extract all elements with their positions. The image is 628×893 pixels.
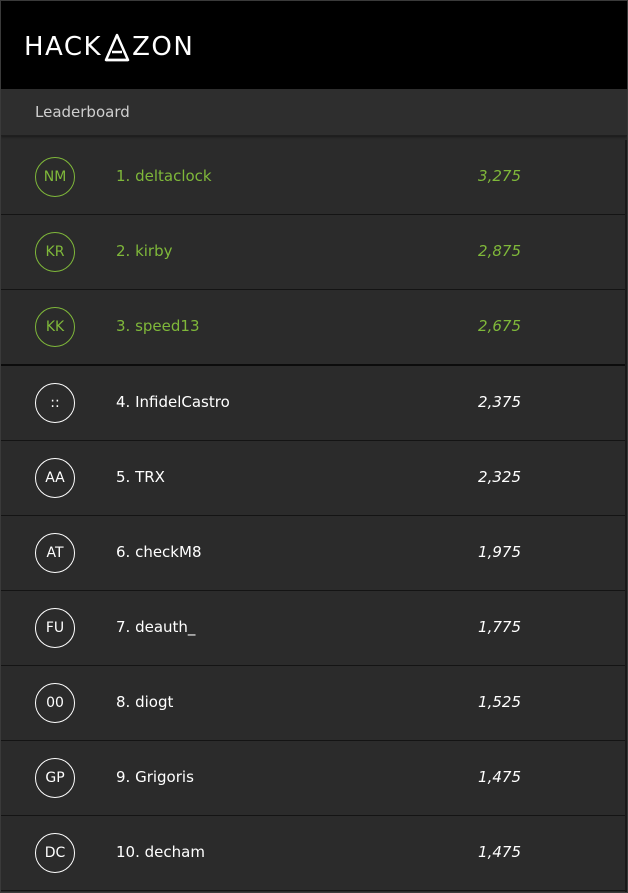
leaderboard-row[interactable]: KR 2. kirby 2,875: [1, 215, 627, 290]
player-name[interactable]: 5. TRX: [116, 468, 165, 486]
player-name[interactable]: 4. InfidelCastro: [116, 393, 230, 411]
player-name[interactable]: 1. deltaclock: [116, 167, 212, 185]
player-name[interactable]: 2. kirby: [116, 242, 173, 260]
player-name[interactable]: 9. Grigoris: [116, 768, 194, 786]
player-avatar: GP: [35, 758, 75, 798]
player-score: 3,275: [478, 167, 521, 185]
logo-text-left: HACK: [24, 32, 103, 62]
logo-text-right: ZON: [132, 32, 195, 62]
brand-logo[interactable]: HACK ZON: [24, 30, 194, 64]
leaderboard-row[interactable]: DC 10. decham 1,475: [1, 816, 627, 891]
player-name[interactable]: 8. diogt: [116, 693, 173, 711]
player-score: 2,325: [478, 468, 521, 486]
leaderboard-row[interactable]: AA 5. TRX 2,325: [1, 441, 627, 516]
leaderboard-row[interactable]: GP 9. Grigoris 1,475: [1, 741, 627, 816]
player-avatar: 00: [35, 683, 75, 723]
player-avatar: KK: [35, 307, 75, 347]
player-score: 1,525: [478, 693, 521, 711]
leaderboard-row[interactable]: :: 4. InfidelCastro 2,375: [1, 366, 627, 441]
player-avatar: FU: [35, 608, 75, 648]
player-score: 1,475: [478, 843, 521, 861]
player-avatar: ::: [35, 383, 75, 423]
section-title: Leaderboard: [35, 103, 130, 121]
leaderboard-list: NM 1. deltaclock 3,275 KR 2. kirby 2,875 KK 3. …: [1, 140, 627, 891]
leaderboard-row[interactable]: KK 3. speed13 2,675: [1, 290, 627, 366]
player-score: 1,775: [478, 618, 521, 636]
leaderboard-app: HACK ZON Leaderboard NM 1. deltaclock 3,27…: [0, 0, 628, 893]
player-name[interactable]: 6. checkM8: [116, 543, 201, 561]
player-avatar: DC: [35, 833, 75, 873]
player-name[interactable]: 7. deauth_: [116, 618, 195, 636]
logo-a-icon: [104, 33, 130, 62]
leaderboard-row[interactable]: NM 1. deltaclock 3,275: [1, 140, 627, 215]
player-avatar: KR: [35, 232, 75, 272]
player-score: 1,475: [478, 768, 521, 786]
player-name[interactable]: 10. decham: [116, 843, 205, 861]
player-score: 2,375: [478, 393, 521, 411]
player-name[interactable]: 3. speed13: [116, 317, 199, 335]
leaderboard-row[interactable]: FU 7. deauth_ 1,775: [1, 591, 627, 666]
player-avatar: NM: [35, 157, 75, 197]
header: HACK ZON: [1, 1, 627, 89]
leaderboard-row[interactable]: AT 6. checkM8 1,975: [1, 516, 627, 591]
player-score: 2,675: [478, 317, 521, 335]
player-score: 2,875: [478, 242, 521, 260]
section-header: Leaderboard: [1, 89, 627, 136]
player-avatar: AT: [35, 533, 75, 573]
leaderboard-row[interactable]: 00 8. diogt 1,525: [1, 666, 627, 741]
player-score: 1,975: [478, 543, 521, 561]
list-edge: [625, 140, 627, 892]
player-avatar: AA: [35, 458, 75, 498]
